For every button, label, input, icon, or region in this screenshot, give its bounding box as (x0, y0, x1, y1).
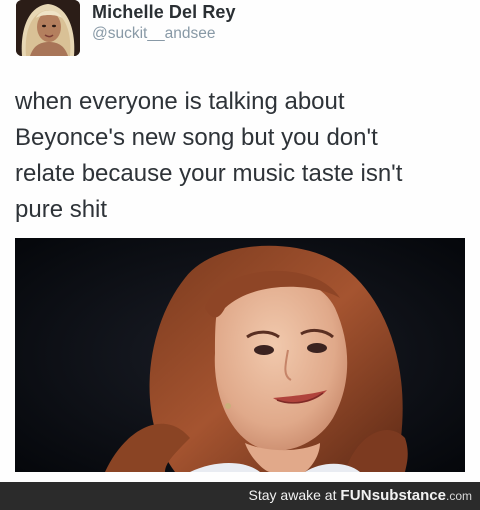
portrait-photo (15, 238, 465, 472)
watermark-prefix: Stay awake at (248, 487, 341, 503)
watermark-brand-substance: substance (371, 487, 446, 504)
tweet-card: Michelle Del Rey @suckit__andsee when ev… (0, 0, 480, 482)
tweet-media-image[interactable] (15, 238, 465, 472)
watermark-text[interactable]: Stay awake at FUNsubstance.com (249, 487, 472, 504)
avatar[interactable] (16, 0, 80, 56)
display-name[interactable]: Michelle Del Rey (92, 2, 236, 23)
watermark-footer: Stay awake at FUNsubstance.com (0, 482, 480, 510)
watermark-brand-fun: FUN (340, 487, 372, 504)
avatar-photo (16, 0, 80, 56)
user-handle[interactable]: @suckit__andsee (92, 25, 215, 43)
watermark-tld: .com (445, 489, 472, 503)
tweet-text: when everyone is talking about Beyonce's… (15, 88, 403, 223)
